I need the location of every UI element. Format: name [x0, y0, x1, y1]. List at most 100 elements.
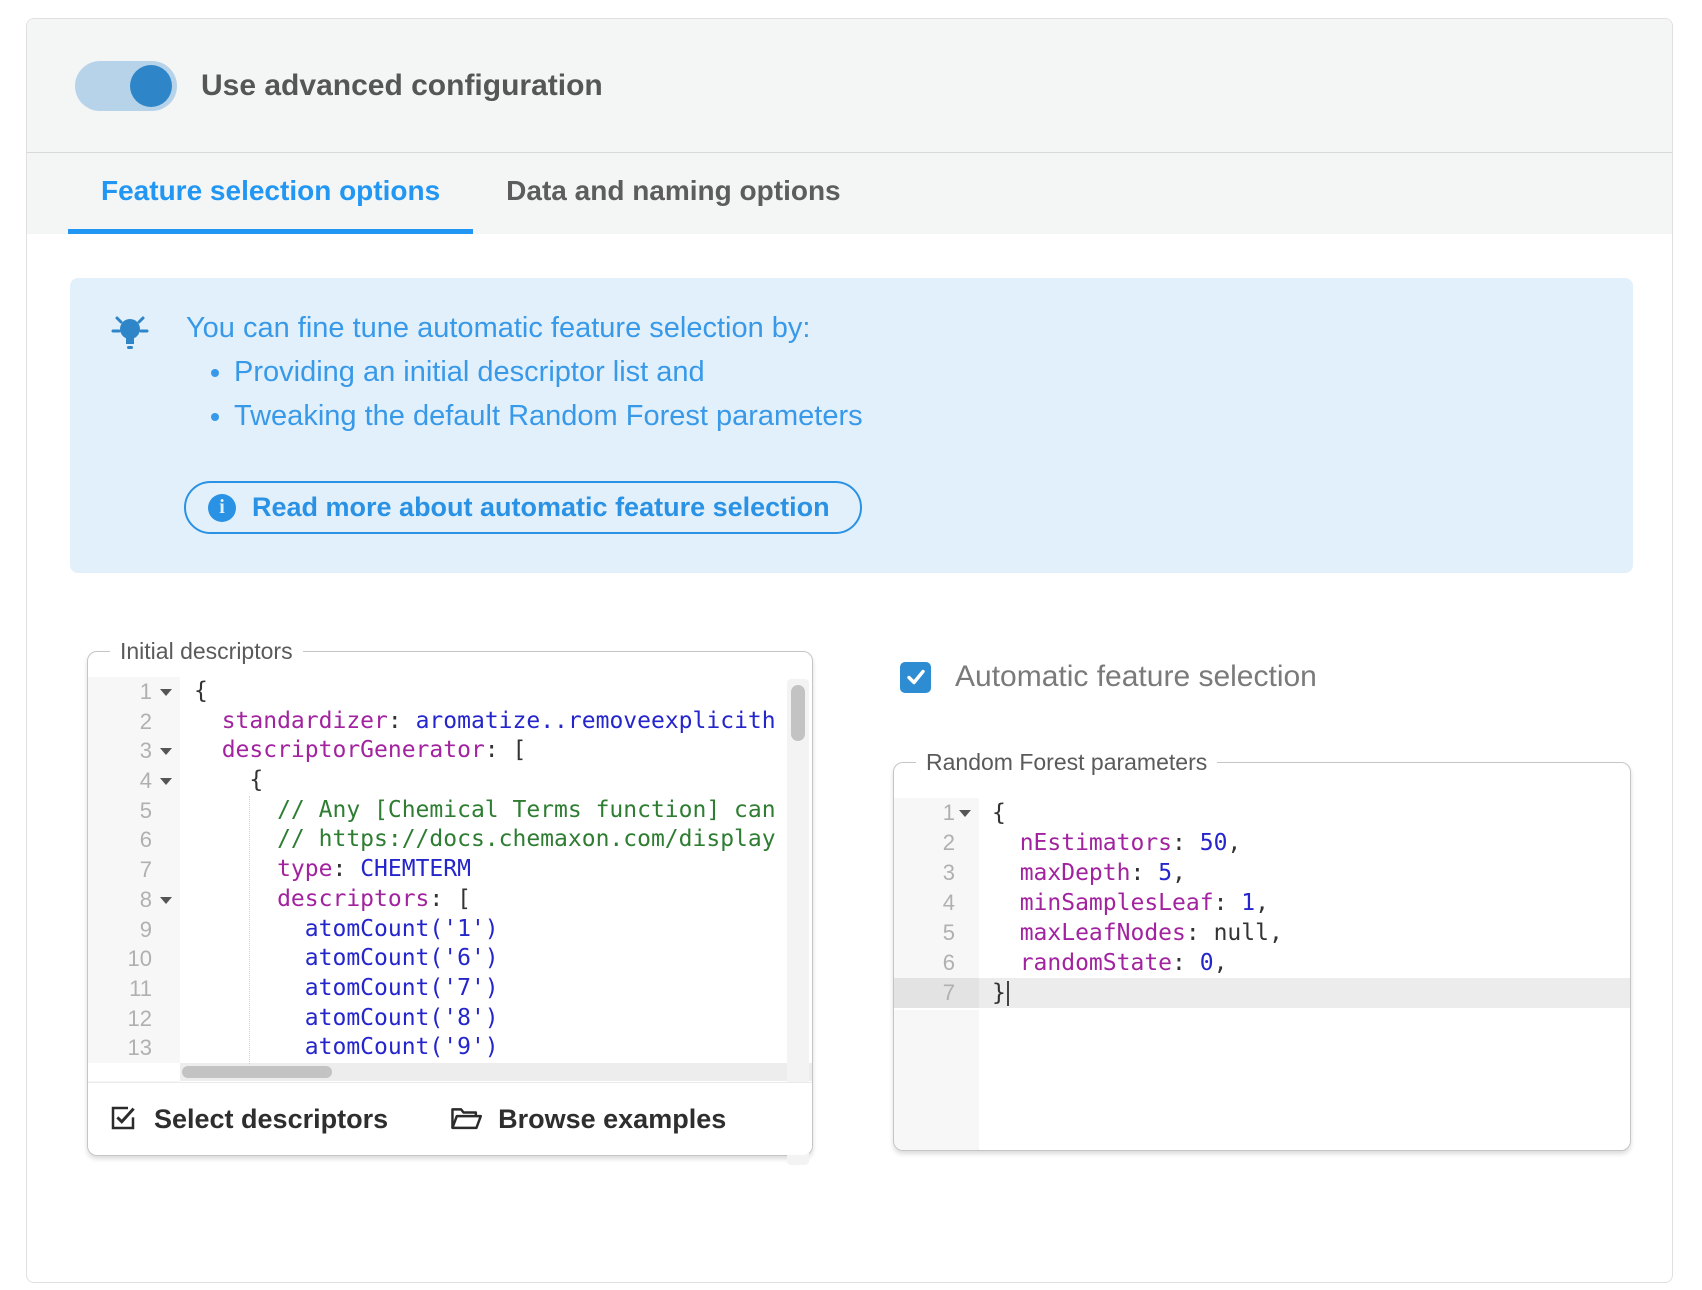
vertical-scrollbar-thumb[interactable] [791, 685, 805, 741]
hint-info-box: You can fine tune automatic feature sele… [70, 278, 1633, 573]
code-text: maxDepth: 5, [979, 858, 1630, 888]
line-number: 4 [88, 766, 180, 796]
code-line: 4 minSamplesLeaf: 1, [894, 888, 1630, 918]
line-number: 5 [88, 796, 180, 826]
info-bullet: Tweaking the default Random Forest param… [234, 398, 863, 434]
browse-examples-icon [450, 1103, 482, 1136]
line-number: 11 [88, 974, 180, 1004]
code-line: 3 maxDepth: 5, [894, 858, 1630, 888]
tab-label: Feature selection options [101, 175, 440, 207]
code-text: minSamplesLeaf: 1, [979, 888, 1630, 918]
info-circle-icon: i [208, 494, 236, 522]
code-line: 7} [894, 978, 1630, 1008]
initial-descriptors-legend: Initial descriptors [110, 638, 303, 665]
code-text: atomCount('1') [180, 915, 812, 945]
code-line: 12 atomCount('8') [88, 1004, 812, 1034]
lightbulb-icon [110, 312, 150, 361]
random-forest-code-editor[interactable]: 1{2 nEstimators: 50,3 maxDepth: 5,4 minS… [894, 798, 1630, 1008]
toggle-label: Use advanced configuration [201, 69, 603, 103]
line-number: 7 [894, 978, 979, 1008]
line-number: 6 [88, 825, 180, 855]
line-number: 3 [894, 858, 979, 888]
code-text: atomCount('7') [180, 974, 812, 1004]
initial-descriptors-code-editor[interactable]: 1{2 standardizer: aromatize..removeexpli… [88, 677, 812, 1109]
card-header: Use advanced configuration [27, 19, 1672, 153]
tab-bar: Feature selection options Data and namin… [27, 153, 1672, 234]
info-heading: You can fine tune automatic feature sele… [186, 310, 863, 346]
line-number: 2 [894, 828, 979, 858]
code-line: 11 atomCount('7') [88, 974, 812, 1004]
configuration-card: Use advanced configuration Feature selec… [26, 18, 1673, 1283]
tab-feature-selection-options[interactable]: Feature selection options [68, 153, 473, 234]
editor-actions-bar: Select descriptors Browse examples [88, 1082, 812, 1155]
line-number: 1 [88, 677, 180, 707]
code-text: atomCount('6') [180, 944, 812, 974]
browse-examples-button[interactable]: Browse examples [450, 1103, 726, 1136]
toggle-knob-icon [130, 65, 172, 107]
text-cursor [1007, 981, 1009, 1006]
advanced-configuration-toggle[interactable] [75, 61, 177, 111]
code-line: 9 atomCount('1') [88, 915, 812, 945]
line-number: 8 [88, 885, 180, 915]
code-lines: 1{2 standardizer: aromatize..removeexpli… [88, 677, 812, 1063]
indent-guide [249, 796, 250, 1064]
line-number: 13 [88, 1033, 180, 1063]
fold-arrow-icon[interactable] [160, 897, 172, 904]
code-text: // https://docs.chemaxon.com/display [180, 825, 812, 855]
random-forest-parameters-fieldset: Random Forest parameters 1{2 nEstimators… [893, 749, 1631, 1151]
code-line: 2 standardizer: aromatize..removeexplici… [88, 707, 812, 737]
code-line: 5 maxLeafNodes: null, [894, 918, 1630, 948]
read-more-button[interactable]: i Read more about automatic feature sele… [184, 481, 862, 534]
tab-label: Data and naming options [506, 175, 840, 207]
select-descriptors-button[interactable]: Select descriptors [108, 1103, 388, 1136]
horizontal-scrollbar[interactable] [180, 1063, 812, 1081]
code-line: 1{ [894, 798, 1630, 828]
tab-data-and-naming-options[interactable]: Data and naming options [473, 153, 873, 234]
code-text: nEstimators: 50, [979, 828, 1630, 858]
code-text: { [180, 677, 812, 707]
info-bullet-list: Providing an initial descriptor list and… [186, 354, 863, 434]
code-text: descriptors: [ [180, 885, 812, 915]
code-line: 3 descriptorGenerator: [ [88, 736, 812, 766]
initial-descriptors-fieldset: Initial descriptors 1{2 standardizer: ar… [87, 638, 813, 1156]
fold-arrow-icon[interactable] [160, 748, 172, 755]
line-number: 2 [88, 707, 180, 737]
browse-examples-label: Browse examples [498, 1104, 726, 1135]
code-text: { [979, 798, 1630, 828]
code-lines: 1{2 nEstimators: 50,3 maxDepth: 5,4 minS… [894, 798, 1630, 1008]
automatic-feature-selection-label: Automatic feature selection [955, 660, 1317, 694]
fold-arrow-icon[interactable] [160, 778, 172, 785]
automatic-feature-selection-checkbox[interactable] [900, 662, 931, 693]
code-line: 4 { [88, 766, 812, 796]
line-number: 7 [88, 855, 180, 885]
line-number: 6 [894, 948, 979, 978]
line-number: 3 [88, 736, 180, 766]
advanced-configuration-panel: Use advanced configuration Feature selec… [0, 0, 1702, 1290]
code-line: 8 descriptors: [ [88, 885, 812, 915]
select-descriptors-icon [108, 1103, 138, 1136]
code-text: randomState: 0, [979, 948, 1630, 978]
code-text: { [180, 766, 812, 796]
code-text: type: CHEMTERM [180, 855, 812, 885]
check-icon [905, 666, 927, 688]
line-number: 4 [894, 888, 979, 918]
code-text: maxLeafNodes: null, [979, 918, 1630, 948]
code-text: // Any [Chemical Terms function] can [180, 796, 812, 826]
fold-arrow-icon[interactable] [959, 810, 971, 817]
code-line: 1{ [88, 677, 812, 707]
code-line: 13 atomCount('9') [88, 1033, 812, 1063]
fold-arrow-icon[interactable] [160, 689, 172, 696]
code-line: 2 nEstimators: 50, [894, 828, 1630, 858]
code-line: 6 // https://docs.chemaxon.com/display [88, 825, 812, 855]
select-descriptors-label: Select descriptors [154, 1104, 388, 1135]
code-line: 6 randomState: 0, [894, 948, 1630, 978]
gutter-fill [894, 1010, 979, 1150]
code-text: descriptorGenerator: [ [180, 736, 812, 766]
random-forest-parameters-legend: Random Forest parameters [916, 749, 1217, 776]
code-line: 5 // Any [Chemical Terms function] can [88, 796, 812, 826]
code-text: atomCount('9') [180, 1033, 812, 1063]
info-bullet: Providing an initial descriptor list and [234, 354, 863, 390]
code-line: 10 atomCount('6') [88, 944, 812, 974]
line-number: 12 [88, 1004, 180, 1034]
horizontal-scrollbar-thumb[interactable] [182, 1066, 332, 1078]
